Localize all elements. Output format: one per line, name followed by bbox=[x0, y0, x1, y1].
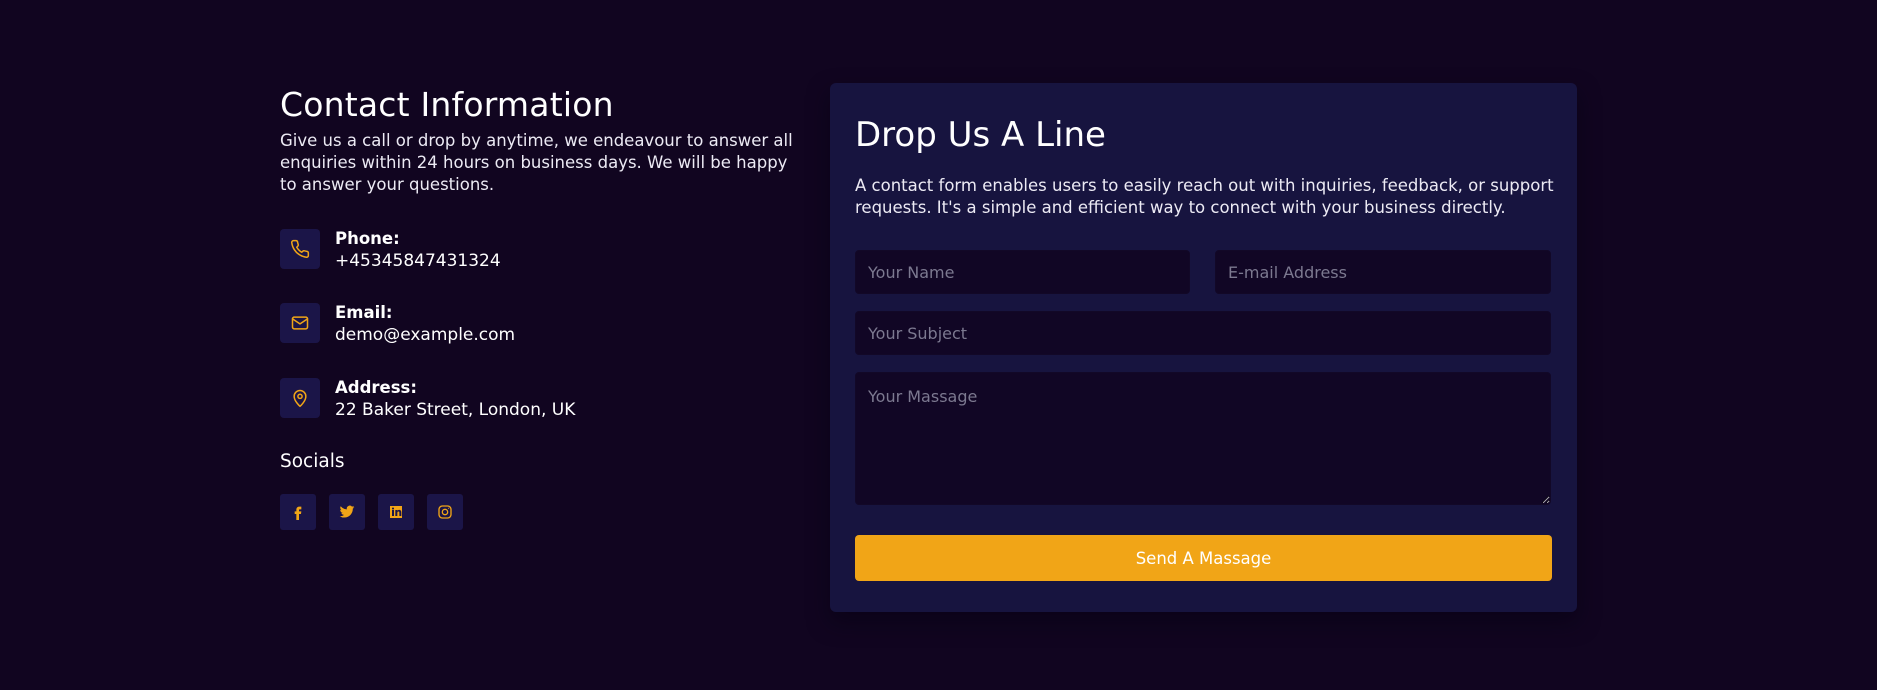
twitter-icon bbox=[339, 505, 355, 518]
email-value[interactable]: demo@example.com bbox=[335, 324, 515, 346]
address-value: 22 Baker Street, London, UK bbox=[335, 400, 576, 420]
form-description: A contact form enables users to easily r… bbox=[855, 176, 1554, 217]
subject-input[interactable] bbox=[855, 311, 1551, 355]
socials-title: Socials bbox=[280, 451, 345, 472]
instagram-link[interactable] bbox=[427, 494, 463, 530]
name-input[interactable] bbox=[855, 250, 1190, 294]
contact-information-intro: Give us a call or drop by anytime, we en… bbox=[280, 131, 793, 194]
address-label: Address: bbox=[335, 378, 417, 397]
message-textarea[interactable] bbox=[855, 372, 1551, 505]
address-info: Address: 22 Baker Street, London, UK bbox=[280, 378, 575, 421]
facebook-link[interactable] bbox=[280, 494, 316, 530]
phone-info: Phone: +45345847431324 bbox=[280, 229, 501, 272]
email-label: Email: bbox=[335, 303, 393, 322]
linkedin-link[interactable] bbox=[378, 494, 414, 530]
facebook-icon bbox=[294, 506, 302, 520]
instagram-icon bbox=[438, 505, 452, 519]
email-input[interactable] bbox=[1215, 250, 1551, 294]
map-pin-icon bbox=[280, 378, 320, 418]
email-info: Email: demo@example.com bbox=[280, 303, 515, 346]
phone-icon bbox=[280, 229, 320, 269]
phone-label: Phone: bbox=[335, 229, 400, 248]
contact-information-title: Contact Information bbox=[280, 85, 614, 124]
send-message-button[interactable]: Send A Massage bbox=[855, 535, 1552, 581]
twitter-link[interactable] bbox=[329, 494, 365, 530]
social-links bbox=[280, 494, 463, 530]
form-title: Drop Us A Line bbox=[855, 115, 1106, 155]
contact-form-card: Drop Us A Line A contact form enables us… bbox=[830, 83, 1577, 612]
contact-information-section: Contact Information Give us a call or dr… bbox=[280, 84, 800, 530]
linkedin-icon bbox=[390, 506, 402, 518]
mail-icon bbox=[280, 303, 320, 343]
phone-value[interactable]: +45345847431324 bbox=[335, 250, 501, 272]
